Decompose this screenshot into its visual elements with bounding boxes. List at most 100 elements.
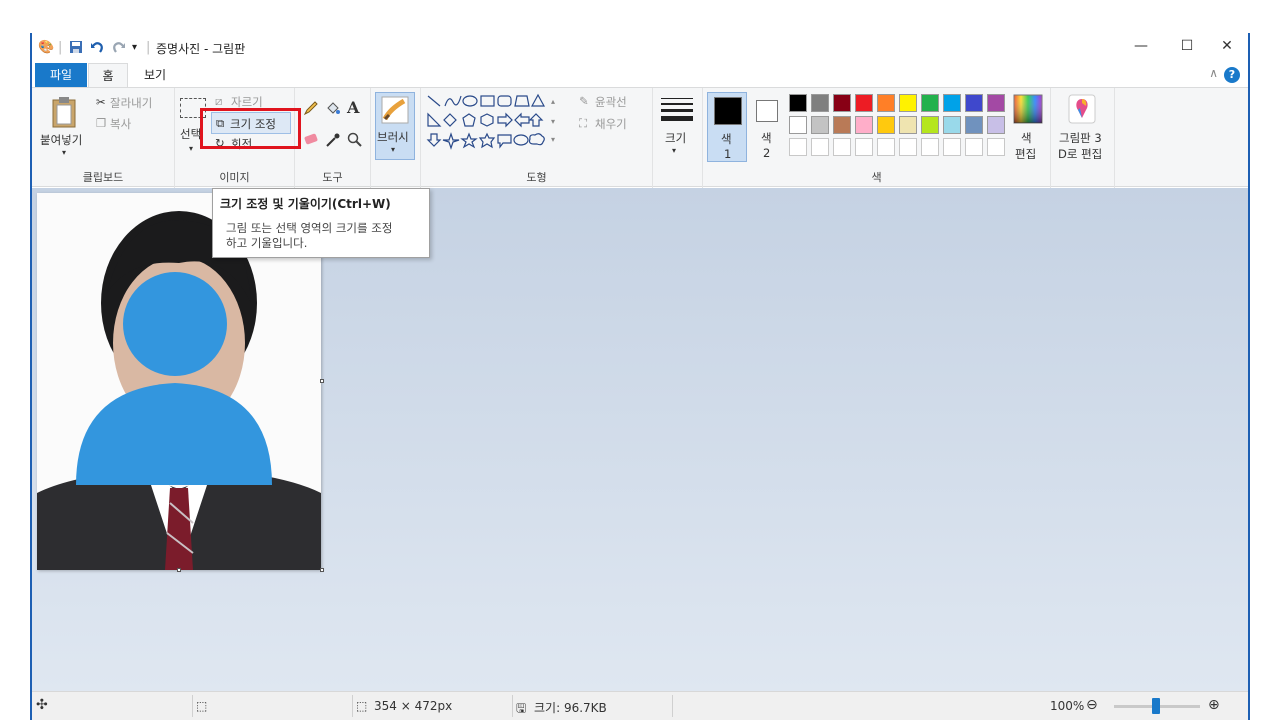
shapes-gallery[interactable]: ▴ ▾ ▾ bbox=[425, 92, 567, 154]
paste-button[interactable]: 붙여넣기 ▾ bbox=[38, 94, 88, 160]
resize-handle-corner[interactable] bbox=[320, 568, 324, 572]
edit-colors-button[interactable]: 색 편집 bbox=[1009, 92, 1049, 162]
palette-swatch[interactable] bbox=[789, 94, 807, 112]
resize-handle-bottom[interactable] bbox=[177, 568, 181, 572]
palette-swatch[interactable] bbox=[789, 116, 807, 134]
palette-swatch[interactable] bbox=[877, 116, 895, 134]
custom-color-slot[interactable] bbox=[811, 138, 829, 156]
tools-group: A 도구 bbox=[295, 88, 371, 188]
customize-toolbar-icon[interactable]: ▾ bbox=[132, 42, 137, 53]
brushes-button[interactable]: 브러시 ▾ bbox=[375, 92, 415, 160]
palette-swatch[interactable] bbox=[855, 94, 873, 112]
zoom-out-icon[interactable]: ⊖ bbox=[1086, 697, 1098, 713]
color2-label: 색 bbox=[761, 131, 772, 145]
custom-color-slot[interactable] bbox=[855, 138, 873, 156]
palette-swatch[interactable] bbox=[833, 94, 851, 112]
paint-icon: 🎨 bbox=[38, 40, 55, 55]
paste-label: 붙여넣기 bbox=[40, 133, 83, 147]
scissors-icon: ✂ bbox=[96, 95, 106, 109]
undo-icon[interactable] bbox=[90, 40, 104, 58]
tab-view[interactable]: 보기 bbox=[132, 63, 178, 87]
palette-swatch[interactable] bbox=[811, 94, 829, 112]
zoom-slider-thumb[interactable] bbox=[1152, 698, 1160, 714]
outline-icon: ✎ bbox=[579, 94, 589, 108]
custom-color-slot[interactable] bbox=[965, 138, 983, 156]
palette-swatch[interactable] bbox=[965, 94, 983, 112]
color2-swatch bbox=[756, 100, 778, 122]
fill-bucket-icon[interactable] bbox=[325, 100, 341, 116]
redo-icon[interactable] bbox=[112, 40, 126, 58]
palette-swatch[interactable] bbox=[899, 116, 917, 134]
custom-color-slot[interactable] bbox=[899, 138, 917, 156]
zoom-in-icon[interactable]: ⊕ bbox=[1208, 697, 1220, 713]
shapes-group-label: 도형 bbox=[526, 171, 547, 184]
palette-swatch[interactable] bbox=[811, 116, 829, 134]
tab-file[interactable]: 파일 bbox=[35, 63, 87, 87]
edit-with-paint3d-button[interactable]: 그림판 3 D로 편집 bbox=[1053, 92, 1113, 162]
palette-swatch[interactable] bbox=[987, 94, 1005, 112]
custom-color-slot[interactable] bbox=[833, 138, 851, 156]
svg-text:▾: ▾ bbox=[551, 135, 555, 144]
palette-swatch[interactable] bbox=[965, 116, 983, 134]
palette-swatch[interactable] bbox=[987, 116, 1005, 134]
custom-color-slot[interactable] bbox=[789, 138, 807, 156]
fill-button[interactable]: 채우기 bbox=[595, 116, 627, 132]
file-size: 크기: 96.7KB bbox=[534, 701, 607, 715]
custom-color-slot[interactable] bbox=[877, 138, 895, 156]
file-size-icon: 🖫 bbox=[516, 701, 527, 715]
resize-highlight-box bbox=[200, 108, 301, 149]
paste-dropdown-icon[interactable]: ▾ bbox=[62, 148, 66, 157]
palette-swatch[interactable] bbox=[877, 94, 895, 112]
outline-button[interactable]: 윤곽선 bbox=[595, 94, 627, 110]
help-icon[interactable]: ? bbox=[1224, 67, 1240, 83]
tab-home[interactable]: 홈 bbox=[88, 63, 128, 87]
maximize-button[interactable]: ☐ bbox=[1172, 38, 1202, 58]
tooltip-title: 크기 조정 및 기울이기(Ctrl+W) bbox=[220, 197, 391, 211]
palette-swatch[interactable] bbox=[833, 116, 851, 134]
paint3d-group: 그림판 3 D로 편집 bbox=[1051, 88, 1115, 188]
color-picker-icon[interactable] bbox=[325, 132, 341, 148]
palette-swatch[interactable] bbox=[921, 94, 939, 112]
color1-number: 1 bbox=[724, 147, 732, 161]
fill-icon: ⛶ bbox=[579, 116, 588, 130]
ribbon-tabs: 파일 홈 보기 ∧ ? bbox=[32, 63, 1248, 87]
palette-swatch[interactable] bbox=[943, 116, 961, 134]
resize-handle-right[interactable] bbox=[320, 379, 324, 383]
text-tool-icon[interactable]: A bbox=[347, 98, 359, 117]
color2-button[interactable]: 색 2 bbox=[751, 92, 785, 162]
brushes-dropdown-icon[interactable]: ▾ bbox=[391, 145, 395, 154]
eraser-icon[interactable] bbox=[303, 132, 319, 146]
selection-size-icon: ⬚ bbox=[196, 699, 208, 713]
custom-color-slot[interactable] bbox=[943, 138, 961, 156]
canvas-size-icon: ⬚ bbox=[356, 699, 368, 713]
cut-button[interactable]: 잘라내기 bbox=[110, 95, 152, 111]
canvas-workspace[interactable] bbox=[32, 188, 1248, 691]
pencil-icon[interactable] bbox=[303, 100, 319, 116]
palette-swatch[interactable] bbox=[943, 94, 961, 112]
tooltip-line2: 하고 기울입니다. bbox=[226, 236, 308, 250]
save-icon[interactable] bbox=[69, 40, 83, 58]
clipboard-group-label: 클립보드 bbox=[82, 171, 124, 184]
select-label: 선택 bbox=[180, 127, 202, 141]
size-dropdown-icon[interactable]: ▾ bbox=[672, 146, 676, 155]
palette-swatch[interactable] bbox=[921, 116, 939, 134]
custom-color-slot[interactable] bbox=[987, 138, 1005, 156]
resize-tooltip: 크기 조정 및 기울이기(Ctrl+W) 그림 또는 선택 영역의 크기를 조정… bbox=[212, 188, 430, 258]
status-bar: ✣ ⬚ ⬚ 354 × 472px 🖫 크기: 96.7KB 100% ⊖ ⊕ bbox=[32, 691, 1248, 720]
size-label: 크기 bbox=[665, 131, 687, 145]
color1-button[interactable]: 색 1 bbox=[707, 92, 747, 162]
custom-color-slot[interactable] bbox=[921, 138, 939, 156]
collapse-ribbon-icon[interactable]: ∧ bbox=[1209, 66, 1218, 80]
palette-swatch[interactable] bbox=[899, 94, 917, 112]
size-button[interactable]: 크기 ▾ bbox=[659, 94, 695, 160]
select-dropdown-icon[interactable]: ▾ bbox=[189, 144, 193, 153]
close-button[interactable]: ✕ bbox=[1212, 38, 1242, 58]
magnifier-icon[interactable] bbox=[347, 132, 363, 148]
minimize-button[interactable]: — bbox=[1126, 38, 1156, 58]
zoom-level: 100% bbox=[1050, 699, 1085, 713]
copy-button[interactable]: 복사 bbox=[110, 116, 131, 132]
canvas-dimensions: 354 × 472px bbox=[374, 699, 453, 713]
palette-swatch[interactable] bbox=[855, 116, 873, 134]
svg-text:▴: ▴ bbox=[551, 97, 555, 106]
line-size-icon bbox=[661, 98, 693, 121]
